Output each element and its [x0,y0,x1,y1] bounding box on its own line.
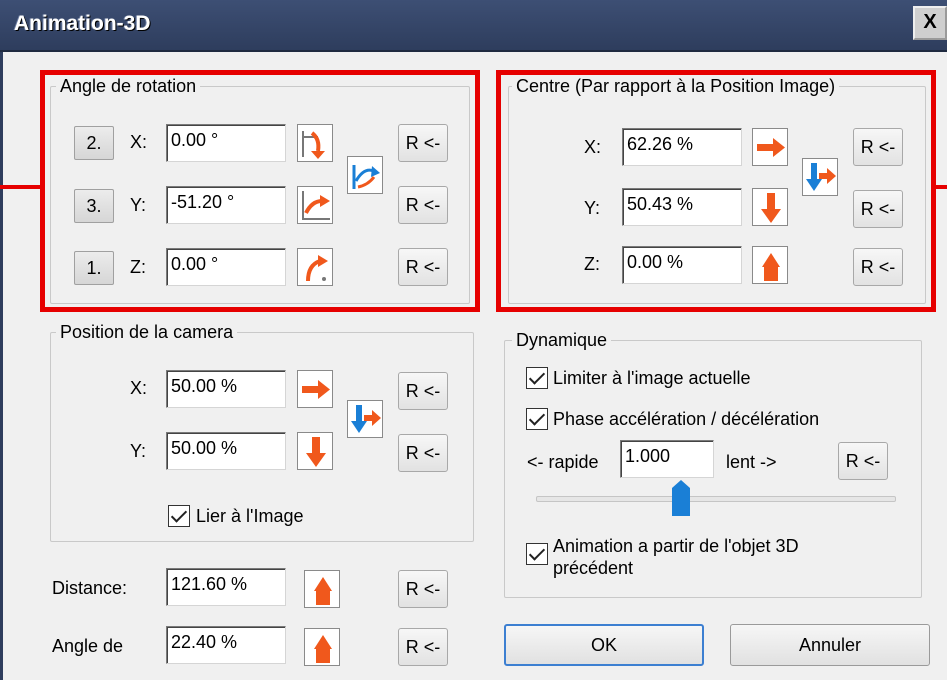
title-bar: Animation-3D X [0,0,947,52]
from-previous-label-line2: précédent [553,558,634,578]
speed-reset-button[interactable]: R <- [838,442,888,480]
camera-move-xy-icon[interactable] [347,400,383,438]
window-title: Animation-3D [14,12,151,35]
camera-y-input[interactable]: 50.00 % [166,432,286,470]
dynamique-group-title: Dynamique [512,330,612,351]
speed-fast-label: <- rapide [527,452,599,472]
limit-current-image-checkbox[interactable] [526,367,548,389]
link-to-image-label: Lier à l'Image [196,506,304,526]
link-to-image-checkbox[interactable] [168,505,190,527]
angle-label: Angle de [52,636,124,656]
speed-slow-label: lent -> [726,452,777,472]
distance-label: Distance: [52,578,128,598]
camera-group-title: Position de la camera [56,322,238,343]
camera-y-reset-button[interactable]: R <- [398,434,448,472]
camera-x-label: X: [130,378,148,398]
speed-slider-track[interactable] [536,496,896,502]
cancel-button[interactable]: Annuler [730,624,930,666]
angle-icon[interactable] [304,628,340,666]
speed-input[interactable]: 1.000 [620,440,714,478]
distance-icon[interactable] [304,570,340,608]
distance-input[interactable]: 121.60 % [166,568,286,606]
from-previous-label-line1: Animation a partir de l'objet 3D [553,536,799,556]
highlight-line-right [936,185,947,189]
limit-current-image-label: Limiter à l'image actuelle [553,368,751,388]
window-border [0,52,3,680]
camera-arrow-down-icon[interactable] [297,432,333,470]
camera-x-reset-button[interactable]: R <- [398,372,448,410]
camera-arrow-right-icon[interactable] [297,370,333,408]
highlight-centre [496,70,936,312]
camera-y-label: Y: [130,441,147,461]
close-button[interactable]: X [913,6,947,40]
distance-reset-button[interactable]: R <- [398,570,448,608]
angle-reset-button[interactable]: R <- [398,628,448,666]
acceleration-phase-checkbox[interactable] [526,408,548,430]
angle-input[interactable]: 22.40 % [166,626,286,664]
speed-slider-thumb[interactable] [672,480,690,516]
from-previous-checkbox[interactable] [526,543,548,565]
camera-x-input[interactable]: 50.00 % [166,370,286,408]
highlight-line-left [0,185,42,189]
ok-button[interactable]: OK [504,624,704,666]
highlight-rotation [40,70,480,312]
acceleration-phase-label: Phase accélération / décélération [553,409,820,429]
